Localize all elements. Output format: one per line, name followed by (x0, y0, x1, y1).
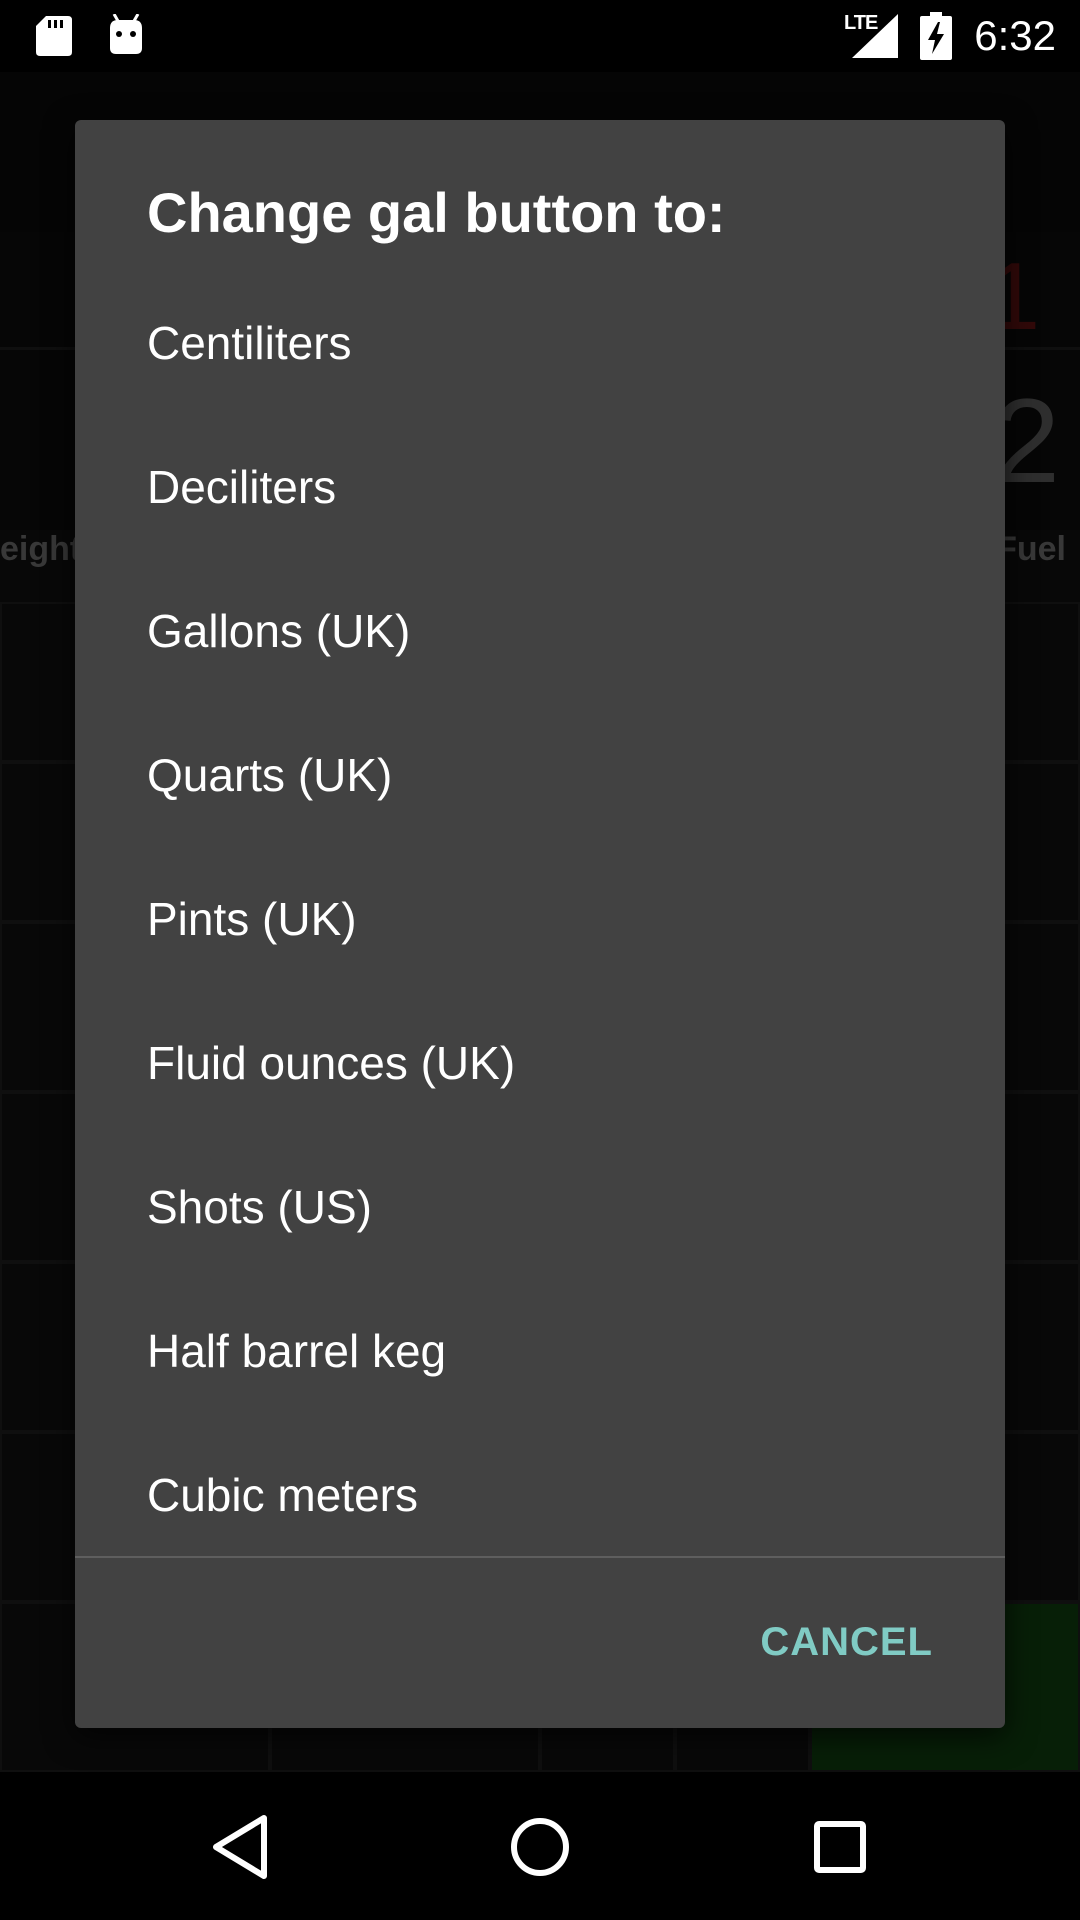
status-bar: LTE 6:32 (0, 0, 1080, 72)
option-gallons-uk[interactable]: Gallons (UK) (75, 608, 1005, 752)
recents-icon[interactable] (795, 1802, 885, 1892)
option-label: Fluid ounces (UK) (147, 1037, 516, 1089)
option-fluid-ounces-uk[interactable]: Fluid ounces (UK) (75, 1040, 1005, 1184)
option-label: Deciliters (147, 461, 337, 513)
option-label: Cubic meters (147, 1469, 418, 1521)
option-label: Centiliters (147, 320, 352, 369)
option-half-barrel-keg[interactable]: Half barrel keg (75, 1328, 1005, 1472)
option-label: Half barrel keg (147, 1325, 447, 1377)
home-icon[interactable] (495, 1802, 585, 1892)
navigation-bar (0, 1772, 1080, 1920)
option-centiliters[interactable]: Centiliters (75, 320, 1005, 464)
android-debug-icon (110, 14, 142, 54)
option-label: Quarts (UK) (147, 749, 393, 801)
sd-card-icon (36, 16, 72, 56)
dialog-title: Change gal button to: (147, 181, 726, 244)
option-list[interactable]: Centiliters Deciliters Gallons (UK) Quar… (75, 320, 1005, 1676)
option-deciliters[interactable]: Deciliters (75, 464, 1005, 608)
battery-charging-icon (920, 12, 952, 60)
option-label: Shots (US) (147, 1181, 372, 1233)
cancel-button[interactable]: CANCEL (760, 1620, 933, 1665)
back-icon[interactable] (196, 1802, 286, 1892)
unit-choice-dialog: Change gal button to: Centiliters Decili… (75, 120, 1005, 1728)
option-label: Gallons (UK) (147, 605, 411, 657)
option-label: Pints (UK) (147, 893, 357, 945)
option-pints-uk[interactable]: Pints (UK) (75, 896, 1005, 1040)
option-shots-us[interactable]: Shots (US) (75, 1184, 1005, 1328)
status-clock: 6:32 (974, 12, 1056, 59)
signal-icon (852, 14, 898, 58)
dialog-divider (75, 1556, 1005, 1558)
option-cubic-meters[interactable]: Cubic meters (75, 1472, 1005, 1616)
option-quarts-uk[interactable]: Quarts (UK) (75, 752, 1005, 896)
